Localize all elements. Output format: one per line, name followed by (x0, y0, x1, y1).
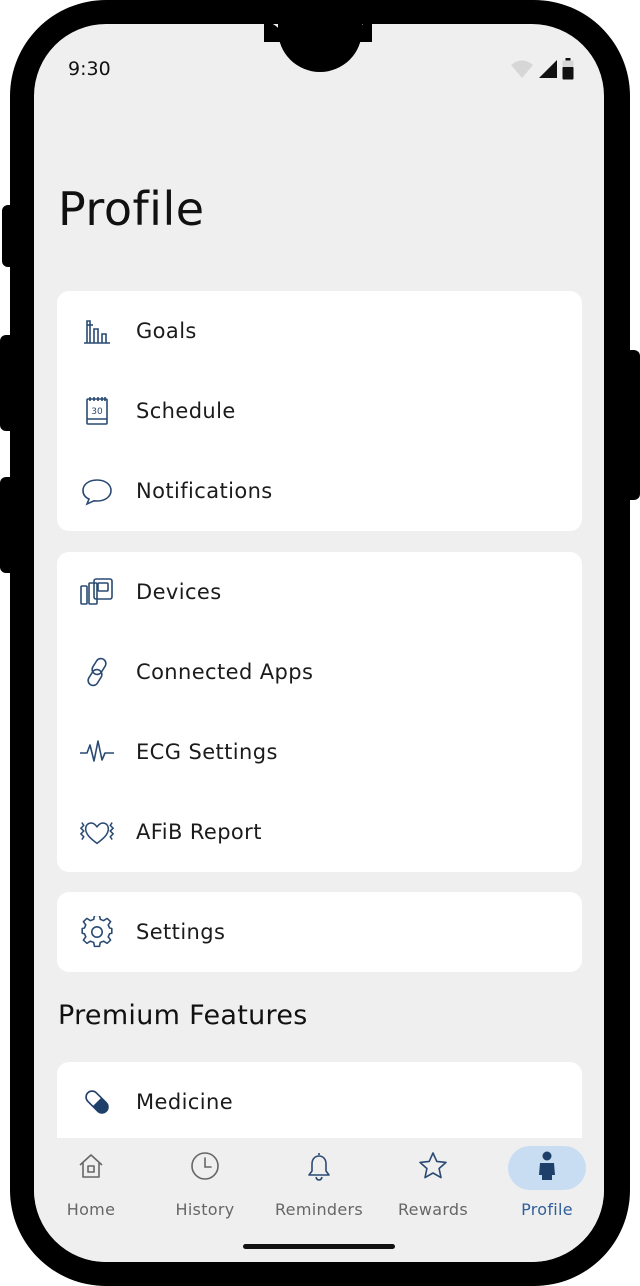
goals-chart-icon (79, 313, 115, 349)
menu-item-devices[interactable]: Devices (57, 552, 582, 632)
menu-item-label: Connected Apps (136, 660, 314, 684)
bell-icon (305, 1151, 333, 1185)
status-icons (510, 58, 574, 84)
profile-group-2: Devices Connected Apps ECG Settings AFiB… (57, 552, 582, 872)
tab-label: History (175, 1200, 235, 1219)
premium-features-title: Premium Features (58, 1000, 308, 1031)
menu-item-label: Medicine (136, 1090, 234, 1114)
menu-item-label: Notifications (136, 479, 273, 503)
page-title: Profile (58, 182, 205, 236)
menu-item-label: Schedule (136, 399, 236, 423)
gear-icon (79, 914, 115, 950)
menu-item-ecg-settings[interactable]: ECG Settings (57, 712, 582, 792)
menu-item-label: ECG Settings (136, 740, 278, 764)
clock-icon (190, 1151, 220, 1185)
tab-icon-container (166, 1146, 244, 1190)
menu-item-label: AFiB Report (136, 820, 262, 844)
menu-item-schedule[interactable]: 30 Schedule (57, 371, 582, 451)
menu-item-label: Devices (136, 580, 222, 604)
home-icon (77, 1152, 105, 1184)
tab-history[interactable]: History (148, 1146, 262, 1226)
home-indicator[interactable] (243, 1244, 395, 1249)
ecg-wave-icon (79, 734, 115, 770)
signal-icon (538, 59, 558, 83)
heart-report-icon (79, 814, 115, 850)
menu-item-settings[interactable]: Settings (57, 892, 582, 972)
profile-group-3: Settings (57, 892, 582, 972)
menu-item-connected-apps[interactable]: Connected Apps (57, 632, 582, 712)
star-icon (418, 1151, 448, 1185)
menu-item-goals[interactable]: Goals (57, 291, 582, 371)
link-icon (79, 654, 115, 690)
calendar-icon: 30 (79, 393, 115, 429)
tab-icon-container (394, 1146, 472, 1190)
menu-item-label: Goals (136, 319, 197, 343)
menu-item-afib-report[interactable]: AFiB Report (57, 792, 582, 872)
tab-icon-container (280, 1146, 358, 1190)
tab-home[interactable]: Home (34, 1146, 148, 1226)
pill-icon (79, 1084, 115, 1120)
menu-item-medicine[interactable]: Medicine (57, 1062, 582, 1142)
menu-item-label: Settings (136, 920, 226, 944)
battery-icon (562, 58, 574, 84)
phone-screen: 9:30 Profile Goals 30 Schedule Notificat… (34, 24, 604, 1262)
wifi-icon (510, 59, 534, 83)
tab-rewards[interactable]: Rewards (376, 1146, 490, 1226)
profile-group-1: Goals 30 Schedule Notifications (57, 291, 582, 531)
tab-label: Profile (521, 1200, 573, 1219)
tab-label: Reminders (274, 1200, 364, 1219)
svg-text:30: 30 (91, 407, 103, 417)
tab-label: Home (66, 1200, 116, 1219)
camera-notch (278, 24, 362, 72)
tab-icon-container (508, 1146, 586, 1190)
menu-item-notifications[interactable]: Notifications (57, 451, 582, 531)
devices-icon (79, 574, 115, 610)
tab-icon-container (52, 1146, 130, 1190)
tab-label: Rewards (397, 1200, 469, 1219)
tab-reminders[interactable]: Reminders (262, 1146, 376, 1226)
person-icon (536, 1151, 558, 1185)
tab-profile[interactable]: Profile (490, 1146, 604, 1226)
speech-bubble-icon (79, 473, 115, 509)
status-time: 9:30 (68, 58, 111, 80)
